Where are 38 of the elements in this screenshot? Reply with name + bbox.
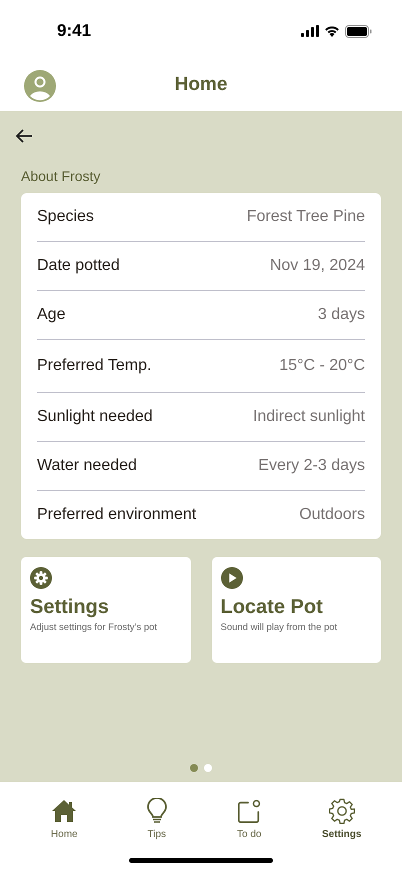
nav-tab[interactable]: Home: [34, 798, 94, 846]
detail-label: Date potted: [37, 257, 120, 275]
note-icon: [236, 798, 262, 824]
detail-value: 3 days: [318, 306, 365, 324]
battery-icon: [345, 24, 372, 38]
detail-label: Preferred Temp.: [37, 357, 152, 375]
detail-label: Sunlight needed: [37, 408, 153, 426]
detail-value: Every 2-3 days: [258, 457, 365, 475]
nav-tab[interactable]: Settings: [312, 798, 372, 846]
action-title: Locate Pot: [220, 596, 323, 619]
settings-icon: [328, 798, 355, 824]
play-icon: [220, 567, 242, 589]
detail-value: Indirect sunlight: [252, 408, 365, 426]
detail-value: Forest Tree Pine: [246, 208, 365, 226]
action-subtitle: Adjust settings for Frosty’s pot: [30, 622, 158, 633]
section-title: About Frosty: [21, 168, 102, 184]
nav-tab[interactable]: Tips: [126, 798, 187, 846]
signal-icon: [301, 25, 319, 37]
avatar-icon: [24, 70, 56, 102]
detail-label: Water needed: [37, 457, 137, 475]
detail-value: Nov 19, 2024: [270, 257, 365, 275]
header-title: Home: [174, 74, 228, 96]
action-subtitle: Sound will play from the pot: [220, 622, 338, 633]
nav-tab[interactable]: To do: [219, 798, 280, 846]
page-dot[interactable]: [190, 764, 198, 772]
action-title: Settings: [30, 596, 109, 619]
wifi-icon: [324, 25, 340, 37]
detail-label: Age: [37, 306, 66, 324]
detail-value: 15°C - 20°C: [279, 357, 365, 375]
home-icon: [51, 798, 78, 824]
action-card[interactable]: Locate Pot Sound will play from the pot: [212, 557, 381, 663]
status-time: 9:41: [57, 21, 92, 41]
action-card[interactable]: Settings Adjust settings for Frosty’s pot: [21, 557, 190, 663]
detail-value: Outdoors: [299, 506, 365, 524]
detail-label: Species: [37, 208, 94, 226]
gear-icon: [30, 567, 52, 589]
page-dot[interactable]: [204, 764, 212, 772]
detail-label: Preferred environment: [37, 506, 196, 524]
